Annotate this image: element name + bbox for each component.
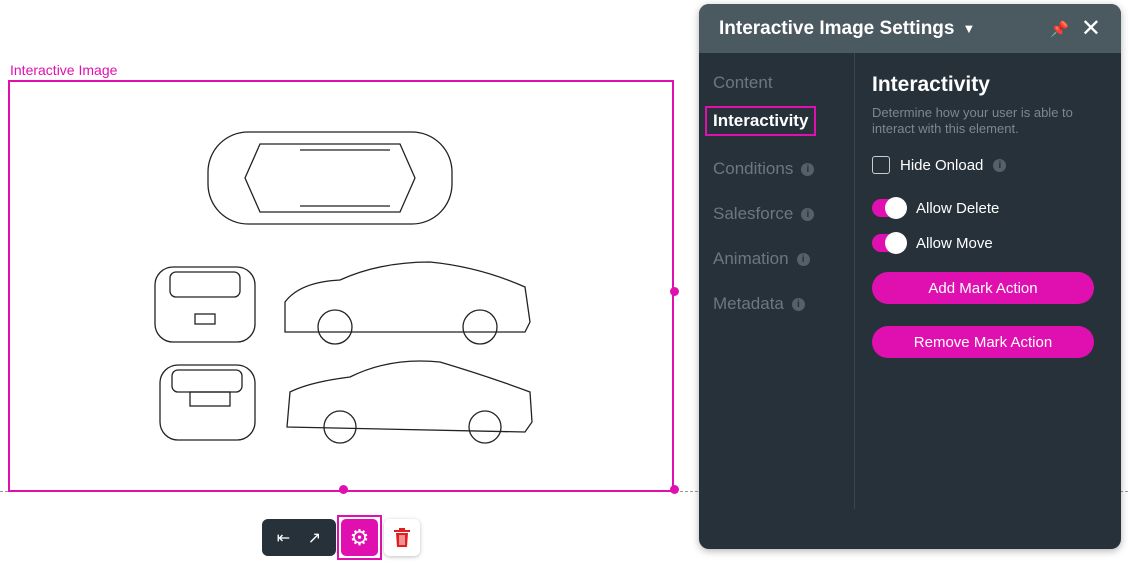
checkbox-icon[interactable] bbox=[872, 156, 890, 174]
nav-label: Content bbox=[713, 73, 773, 92]
nav-metadata[interactable]: Metadata i bbox=[713, 294, 805, 314]
hide-onload-label: Hide Onload bbox=[900, 156, 984, 174]
resize-handle-bottom[interactable] bbox=[339, 485, 348, 494]
settings-button[interactable]: ⚙ bbox=[337, 515, 382, 560]
nav-label: Metadata bbox=[713, 294, 784, 313]
trash-icon bbox=[394, 528, 410, 547]
info-icon: i bbox=[801, 162, 815, 176]
info-icon: i bbox=[801, 207, 815, 221]
interactivity-section: Interactivity Determine how your user is… bbox=[872, 53, 1101, 358]
resize-handle-right[interactable] bbox=[670, 287, 679, 296]
allow-move-label: Allow Move bbox=[916, 234, 993, 252]
chevron-down-icon[interactable]: ▼ bbox=[962, 21, 975, 36]
info-icon: i bbox=[796, 252, 810, 266]
nav-conditions[interactable]: Conditions i bbox=[713, 159, 815, 179]
nav-salesforce[interactable]: Salesforce i bbox=[713, 204, 815, 224]
add-mark-action-button[interactable]: Add Mark Action bbox=[872, 272, 1094, 304]
toggle-switch[interactable] bbox=[872, 232, 907, 254]
nav-interactivity[interactable]: Interactivity bbox=[705, 106, 817, 136]
car-blueprint-image bbox=[154, 131, 533, 444]
remove-mark-action-button[interactable]: Remove Mark Action bbox=[872, 326, 1094, 358]
panel-header: Interactive Image Settings ▼ 📌 ✕ bbox=[699, 4, 1121, 53]
resize-handle-corner[interactable] bbox=[670, 485, 679, 494]
hide-onload-checkbox[interactable]: Hide Onload i bbox=[872, 156, 1007, 174]
nav-animation[interactable]: Animation i bbox=[713, 249, 810, 269]
panel-title[interactable]: Interactive Image Settings bbox=[719, 18, 954, 40]
element-toolbar: ⇤ ↗ bbox=[262, 519, 336, 556]
allow-move-toggle[interactable]: Allow Move bbox=[872, 232, 993, 254]
toggle-switch[interactable] bbox=[872, 197, 907, 219]
nav-label: Salesforce bbox=[713, 204, 794, 223]
settings-panel: Interactive Image Settings ▼ 📌 ✕ Content… bbox=[699, 4, 1121, 549]
info-icon: i bbox=[791, 297, 805, 311]
interactive-image[interactable] bbox=[8, 80, 679, 494]
allow-delete-toggle[interactable]: Allow Delete bbox=[872, 197, 1000, 219]
open-external-icon[interactable]: ↗ bbox=[308, 528, 321, 548]
gear-icon: ⚙ bbox=[341, 519, 378, 556]
nav-content[interactable]: Content bbox=[713, 73, 773, 93]
close-icon[interactable]: ✕ bbox=[1081, 14, 1101, 43]
section-description: Determine how your user is able to inter… bbox=[872, 105, 1073, 136]
delete-button[interactable] bbox=[384, 519, 420, 556]
nav-label: Animation bbox=[713, 249, 789, 268]
element-label: Interactive Image bbox=[10, 62, 118, 78]
info-icon: i bbox=[993, 158, 1007, 172]
section-title: Interactivity bbox=[872, 73, 990, 96]
nav-label: Interactivity bbox=[713, 111, 809, 130]
allow-delete-label: Allow Delete bbox=[916, 199, 1000, 217]
settings-nav: Content Interactivity Conditions i Salesf… bbox=[699, 53, 855, 509]
collapse-icon[interactable]: ⇤ bbox=[277, 528, 290, 548]
nav-label: Conditions bbox=[713, 159, 794, 178]
pin-icon[interactable]: 📌 bbox=[1050, 20, 1069, 38]
